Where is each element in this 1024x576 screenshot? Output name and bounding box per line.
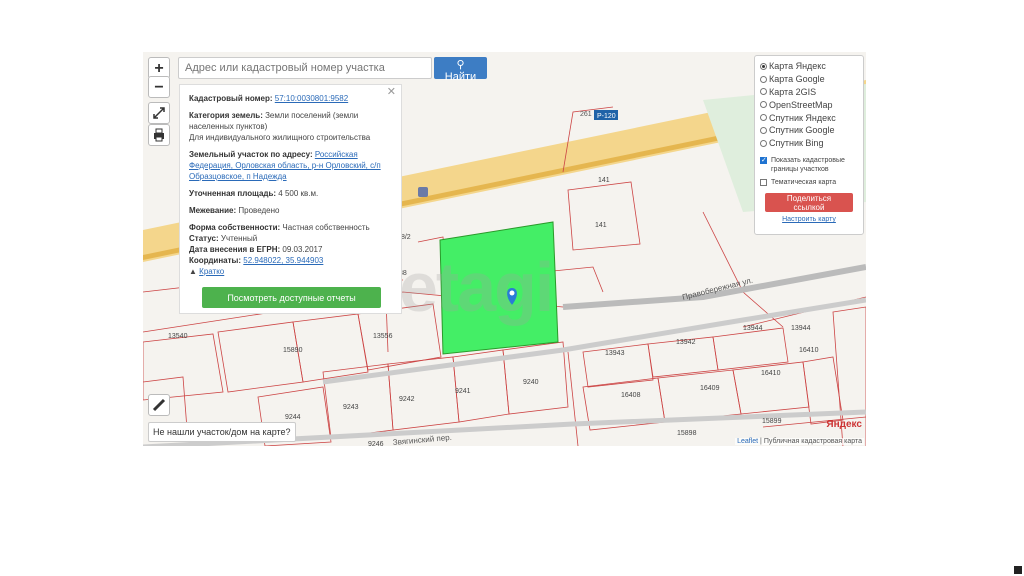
plot-number: 13943 (605, 350, 625, 357)
egrn-value: 09.03.2017 (282, 245, 323, 254)
search-icon: ⚲ (456, 59, 465, 71)
layer-option[interactable]: Спутник Bing (760, 137, 858, 150)
layer-radio[interactable] (760, 126, 767, 134)
ownership-value: Частная собственность (282, 223, 370, 232)
layer-option[interactable]: Карта Google (760, 73, 858, 86)
plot-number: 9243 (343, 404, 359, 411)
cadastral-number-link[interactable]: 57:10:0030801:9582 (275, 94, 348, 103)
plot-number: 9246 (368, 441, 384, 446)
plot-info-panel: ✕ Кадастровый номер: 57:10:0030801:9582 … (179, 84, 402, 314)
usage-value: Для индивидуального жилищного строительс… (189, 133, 371, 142)
status-value: Учтенный (220, 234, 258, 243)
layer-radio[interactable] (760, 114, 767, 122)
survey-label: Межевание: (189, 206, 237, 215)
road-number: Р-120 (597, 113, 616, 120)
plot-number: 15899 (762, 418, 782, 425)
ownership-label: Форма собственности: (189, 223, 281, 232)
thematic-label: Тематическая карта (771, 179, 837, 187)
plot-number: 16409 (700, 385, 720, 392)
show-cadastral-label: Показать кадастровые границы участков (771, 156, 845, 173)
layer-option-label: Карта Яндекс (769, 61, 826, 72)
egrn-label: Дата внесения в ЕГРН: (189, 245, 281, 254)
leaflet-link[interactable]: Leaflet (737, 438, 758, 445)
view-reports-button[interactable]: Посмотреть доступные отчеты (202, 287, 381, 308)
layer-option-label: Спутник Яндекс (769, 112, 836, 123)
show-cadastral-checkbox[interactable]: ✓ (760, 156, 767, 164)
layer-option-label: OpenStreetMap (769, 99, 833, 110)
show-cadastral-row[interactable]: ✓ Показать кадастровые границы участков (760, 156, 858, 174)
layer-radio[interactable] (760, 62, 767, 70)
plot-number: 16410 (761, 370, 781, 377)
print-icon (154, 128, 164, 142)
plot-number: 13944 (791, 325, 811, 332)
plot-number: 141 (595, 222, 607, 229)
plot-number: 16410 (799, 347, 819, 354)
fullscreen-icon (153, 107, 165, 119)
layer-radio[interactable] (760, 139, 767, 147)
layer-option[interactable]: Карта Яндекс (760, 60, 858, 73)
layer-option[interactable]: Спутник Яндекс (760, 111, 858, 124)
plot-number: 9242 (399, 396, 415, 403)
thematic-checkbox[interactable] (760, 179, 767, 187)
layer-option-label: Спутник Google (769, 125, 835, 136)
layer-option[interactable]: Карта 2GIS (760, 86, 858, 99)
brief-link[interactable]: Кратко (199, 267, 224, 276)
plot-number: 13942 (676, 339, 696, 346)
search-button-label: Найти (444, 71, 477, 83)
address-label: Земельный участок по адресу: (189, 150, 313, 159)
plot-number: 9241 (455, 388, 471, 395)
layer-option[interactable]: Спутник Google (760, 124, 858, 137)
layers-panel: Карта Яндекс Карта Google Карта 2GIS OpenSt… (754, 55, 864, 235)
layer-options: Карта Яндекс Карта Google Карта 2GIS OpenSt… (760, 60, 858, 150)
close-icon[interactable]: ✕ (387, 87, 396, 98)
attribution: Leaflet | Публичная кадастровая карта (735, 438, 864, 445)
thematic-row[interactable]: Тематическая карта (760, 177, 858, 190)
road-km: 261 (580, 111, 592, 118)
status-label: Статус: (189, 234, 219, 243)
layer-option-label: Карта Google (769, 74, 825, 85)
fullscreen-button[interactable] (148, 102, 170, 124)
category-label: Категория земель: (189, 111, 263, 120)
layer-option-label: Спутник Bing (769, 138, 824, 149)
plot-number: 15890 (283, 347, 303, 354)
area-value: 4 500 кв.м. (278, 189, 319, 198)
share-link-button[interactable]: Поделиться ссылкой (765, 193, 853, 213)
not-found-button[interactable]: Не нашли участок/дом на карте? (148, 422, 296, 442)
bus-stop-icon (418, 187, 428, 197)
watermark: etagi (399, 248, 554, 326)
ruler-icon (152, 398, 166, 412)
layer-option[interactable]: OpenStreetMap (760, 98, 858, 111)
plot-number: 9240 (523, 379, 539, 386)
plot-number: 13944 (743, 325, 763, 332)
plot-number: 16408 (621, 392, 641, 399)
yandex-logo: Яндекс (826, 419, 862, 430)
scroll-corner (1014, 566, 1022, 574)
coords-link[interactable]: 52.948022, 35.944903 (243, 256, 323, 265)
layer-radio[interactable] (760, 88, 767, 96)
plot-number: 15898 (677, 430, 697, 437)
cadastral-label: Кадастровый номер: (189, 94, 273, 103)
print-button[interactable] (148, 124, 170, 146)
layer-option-label: Карта 2GIS (769, 86, 817, 97)
plot-number: 9244 (285, 414, 301, 421)
zoom-out-button[interactable]: − (148, 76, 170, 98)
plot-number: 13540 (168, 333, 188, 340)
configure-map-link[interactable]: Настроить карту (760, 216, 858, 223)
layer-radio[interactable] (760, 75, 767, 83)
plot-number: 13556 (373, 333, 393, 340)
coords-label: Координаты: (189, 256, 242, 265)
caret-up-icon: ▲ (189, 267, 197, 276)
source-text: Публичная кадастровая карта (763, 438, 862, 445)
area-label: Уточненная площадь: (189, 189, 277, 198)
ruler-button[interactable] (148, 394, 170, 416)
search-button[interactable]: ⚲ Найти (434, 57, 487, 83)
search-input[interactable] (178, 57, 432, 79)
plot-number: 141 (598, 177, 610, 184)
layer-radio[interactable] (760, 101, 767, 109)
survey-value: Проведено (238, 206, 280, 215)
map-container[interactable]: Р-120 261 141 141 13556 13540 15890 13943 1394… (143, 52, 866, 446)
